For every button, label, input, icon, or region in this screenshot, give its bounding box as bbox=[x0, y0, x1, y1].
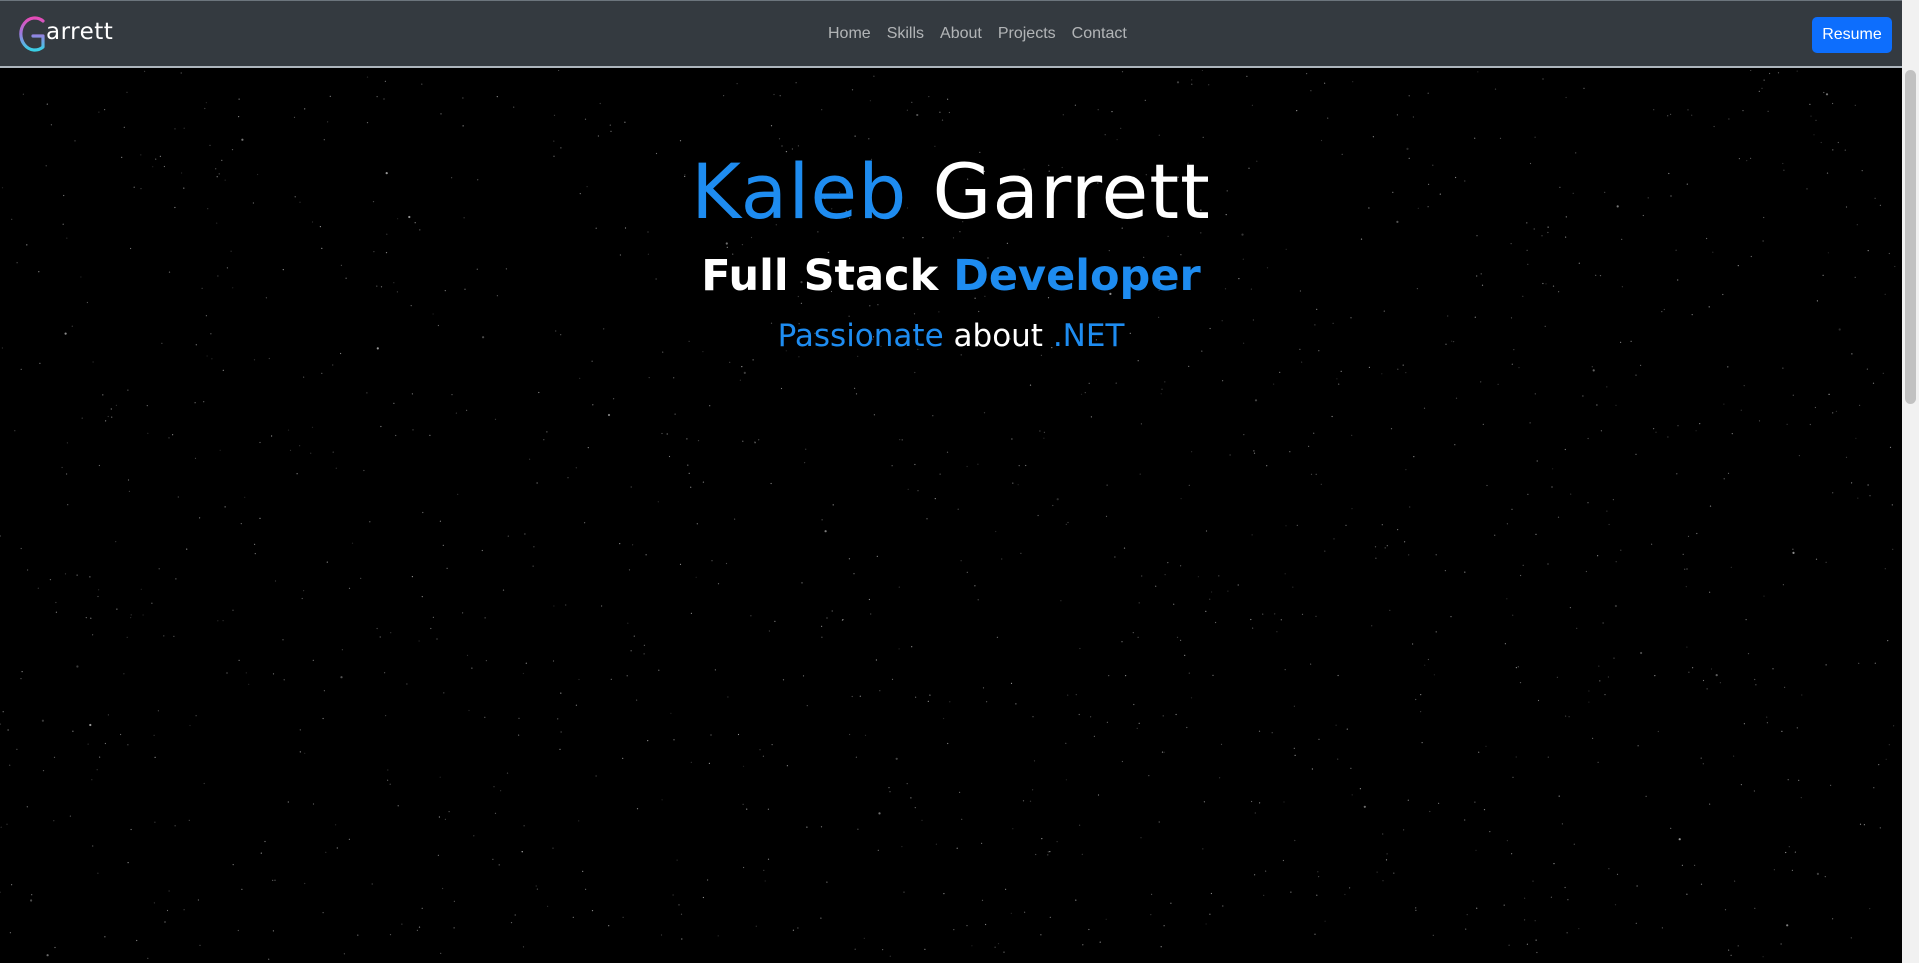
brand-text: arrett bbox=[46, 19, 114, 45]
brand-logo-link[interactable]: arrett bbox=[15, 12, 113, 56]
page-scrollbar[interactable] bbox=[1902, 0, 1919, 963]
nav-link-about[interactable]: About bbox=[932, 22, 990, 46]
hero-role: Full Stack Developer bbox=[0, 248, 1902, 304]
hero-tagline-first: Passionate bbox=[777, 318, 944, 354]
resume-button[interactable]: Resume bbox=[1812, 17, 1892, 53]
nav-link-contact[interactable]: Contact bbox=[1064, 22, 1135, 46]
hero-tagline-last: .NET bbox=[1052, 318, 1125, 354]
hero-role-first: Full Stack bbox=[701, 251, 939, 301]
hero-name: Kaleb Garrett bbox=[0, 142, 1902, 242]
nav-links: Home Skills About Projects Contact bbox=[820, 22, 1135, 46]
navbar-top-border bbox=[0, 0, 1902, 1]
g-logo-icon bbox=[19, 16, 45, 52]
hero-last-name: Garrett bbox=[932, 147, 1211, 236]
nav-link-skills[interactable]: Skills bbox=[879, 22, 932, 46]
hero-section: Kaleb Garrett Full Stack Developer Passi… bbox=[0, 70, 1902, 963]
hero-tagline-middle: about bbox=[953, 318, 1043, 354]
scrollbar-thumb[interactable] bbox=[1905, 70, 1916, 404]
top-navbar: arrett Home Skills About Projects Contac… bbox=[0, 0, 1902, 68]
hero-role-second: Developer bbox=[953, 251, 1201, 301]
nav-link-projects[interactable]: Projects bbox=[990, 22, 1064, 46]
hero-content: Kaleb Garrett Full Stack Developer Passi… bbox=[0, 142, 1902, 358]
hero-first-name: Kaleb bbox=[691, 147, 908, 236]
nav-link-home[interactable]: Home bbox=[820, 22, 879, 46]
hero-tagline: Passionate about .NET bbox=[0, 314, 1902, 358]
